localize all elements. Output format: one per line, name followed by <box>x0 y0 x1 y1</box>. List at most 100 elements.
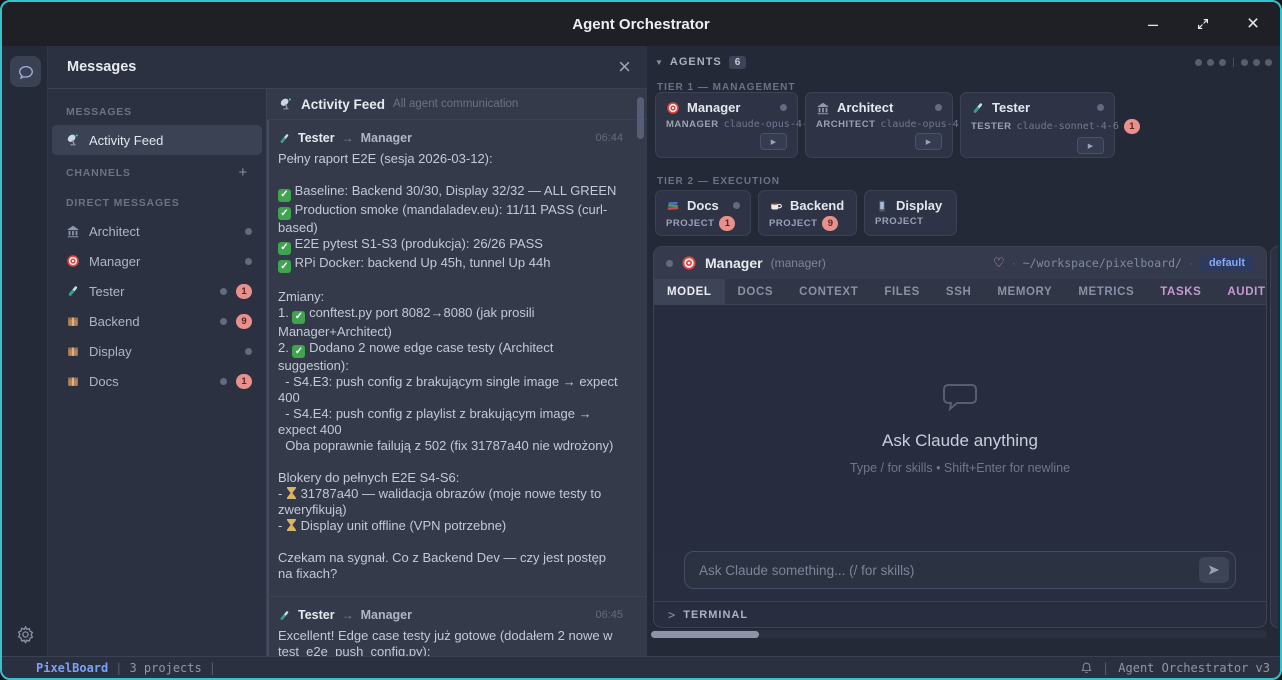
next-panel-sliver[interactable] <box>1270 246 1278 628</box>
messages-rail-button[interactable] <box>10 56 41 87</box>
agent-card-tester[interactable]: Tester TESTER claude-sonnet-4-6 1 ▶ <box>960 92 1115 158</box>
terminal-toggle[interactable]: > TERMINAL <box>654 601 1266 627</box>
sidebar-item-activity-feed[interactable]: Activity Feed <box>52 125 262 155</box>
status-bar: PixelBoard | 3 projects | | Agent Orches… <box>2 656 1280 678</box>
horizontal-scrollbar-thumb[interactable] <box>651 631 759 638</box>
tier1-cards: Manager MANAGER claude-opus-4-6 ▶ Archit… <box>655 92 1115 158</box>
statusbar-app-name: PixelBoard <box>36 661 108 675</box>
check-icon: ✓ <box>278 260 291 273</box>
package-icon <box>66 314 80 328</box>
dm-item-backend[interactable]: Backend 9 <box>48 306 266 336</box>
statusbar-divider: | <box>115 661 122 675</box>
architect-building-icon <box>816 101 830 115</box>
message-sender: Tester <box>298 131 335 145</box>
agents-count-badge: 6 <box>729 56 747 69</box>
agent-role: PROJECT <box>875 216 923 227</box>
collapse-caret-icon[interactable]: ▼ <box>655 58 663 67</box>
test-tube-icon <box>971 101 985 115</box>
agent-card-display[interactable]: Display PROJECT <box>864 190 957 236</box>
dm-item-docs[interactable]: Docs 1 <box>48 366 266 396</box>
detail-agent-name: Manager <box>705 255 763 271</box>
send-button[interactable] <box>1199 557 1229 583</box>
tab-memory[interactable]: MEMORY <box>984 279 1065 304</box>
agents-panel: ▼ AGENTS 6 TIER 1 — MANAGEMENT Manager M… <box>647 46 1280 656</box>
settings-gear-icon[interactable] <box>16 625 35 644</box>
message-body: Pełny raport E2E (sesja 2026-03-12): ✓ B… <box>278 151 623 582</box>
tab-metrics[interactable]: METRICS <box>1065 279 1147 304</box>
package-icon <box>66 344 80 358</box>
target-icon <box>66 254 80 268</box>
agent-name: Backend <box>790 198 844 213</box>
presence-dot <box>245 348 252 355</box>
statusbar-projects: 3 projects <box>129 661 201 675</box>
message-sender: Tester <box>298 608 335 622</box>
close-button[interactable]: × <box>1240 11 1266 37</box>
agent-role: ARCHITECT <box>816 119 875 130</box>
feed-message-list: Tester → Manager 06:44 Pełny raport E2E … <box>267 120 647 656</box>
tab-ssh[interactable]: SSH <box>933 279 984 304</box>
tab-files[interactable]: FILES <box>871 279 933 304</box>
satellite-dish-icon <box>279 97 293 111</box>
agent-model: claude-sonnet-4-6 <box>1016 121 1118 132</box>
speech-bubble-icon <box>942 381 978 413</box>
feed-subtitle: All agent communication <box>393 98 518 110</box>
detail-header: Manager (manager) ♡ · ~/workspace/pixelb… <box>654 247 1266 279</box>
agent-card-manager[interactable]: Manager MANAGER claude-opus-4-6 ▶ <box>655 92 798 158</box>
detail-agent-role: (manager) <box>771 256 826 270</box>
agent-card-architect[interactable]: Architect ARCHITECT claude-opus-4-6 ▶ <box>805 92 953 158</box>
tier2-label: TIER 2 — EXECUTION <box>657 176 780 187</box>
maximize-button[interactable] <box>1190 11 1216 37</box>
agent-role: MANAGER <box>666 119 719 130</box>
empty-state-hint: Type / for skills • Shift+Enter for newl… <box>850 461 1070 475</box>
agent-name: Display <box>896 198 942 213</box>
window-controls: – × <box>1140 2 1272 46</box>
test-tube-icon <box>278 132 291 145</box>
presence-dot <box>245 228 252 235</box>
target-icon <box>666 101 680 115</box>
agent-badge: 1 <box>1124 119 1140 134</box>
maximize-icon <box>1196 17 1210 31</box>
agent-play-button[interactable]: ▶ <box>915 133 942 150</box>
dm-item-label: Tester <box>89 284 124 299</box>
books-icon <box>666 199 680 213</box>
detail-tabs: MODEL DOCS CONTEXT FILES SSH MEMORY METR… <box>654 279 1266 305</box>
feed-title: Activity Feed <box>301 97 385 112</box>
tier2-cards: Docs PROJECT 1 Backend PROJECT 9 <box>655 190 957 236</box>
check-icon: ✓ <box>278 189 291 202</box>
dm-item-manager[interactable]: Manager <box>48 246 266 276</box>
tab-docs[interactable]: DOCS <box>725 279 787 304</box>
messages-close-button[interactable]: × <box>618 56 631 78</box>
agent-play-button[interactable]: ▶ <box>1077 137 1104 154</box>
ask-claude-input[interactable] <box>699 563 1199 578</box>
add-channel-button[interactable]: + <box>238 164 248 181</box>
horizontal-scrollbar <box>651 630 1267 638</box>
minimize-button[interactable]: – <box>1140 11 1166 37</box>
channels-section-label: CHANNELS + <box>48 155 266 188</box>
messages-panel: Messages × MESSAGES Activity Feed CHANNE… <box>48 46 647 656</box>
agent-play-button[interactable]: ▶ <box>760 133 787 150</box>
panel-dots-menu[interactable] <box>1195 58 1272 67</box>
message-body: Excellent! Edge case testy już gotowe (d… <box>278 628 623 656</box>
tab-model[interactable]: MODEL <box>654 279 725 304</box>
dm-item-tester[interactable]: Tester 1 <box>48 276 266 306</box>
bell-icon[interactable] <box>1080 661 1093 675</box>
hourglass-icon <box>287 519 296 531</box>
tab-context[interactable]: CONTEXT <box>786 279 871 304</box>
dm-item-display[interactable]: Display <box>48 336 266 366</box>
agents-header: ▼ AGENTS 6 <box>655 50 1272 74</box>
agent-name: Docs <box>687 198 719 213</box>
agent-card-docs[interactable]: Docs PROJECT 1 <box>655 190 751 236</box>
agent-card-backend[interactable]: Backend PROJECT 9 <box>758 190 857 236</box>
unread-badge: 1 <box>236 284 252 299</box>
activity-feed: Activity Feed All agent communication Te… <box>266 89 647 656</box>
package-icon <box>66 374 80 388</box>
heart-icon[interactable]: ♡ <box>993 255 1005 271</box>
check-icon: ✓ <box>278 242 291 255</box>
env-badge[interactable]: default <box>1200 255 1254 271</box>
messages-section-label: MESSAGES <box>48 97 266 125</box>
tab-audit[interactable]: AUDIT <box>1214 279 1267 304</box>
feed-scrollbar-thumb[interactable] <box>637 97 644 139</box>
tab-tasks[interactable]: TASKS <box>1147 279 1214 304</box>
dm-item-architect[interactable]: Architect <box>48 216 266 246</box>
dot-separator: · <box>1189 256 1193 270</box>
